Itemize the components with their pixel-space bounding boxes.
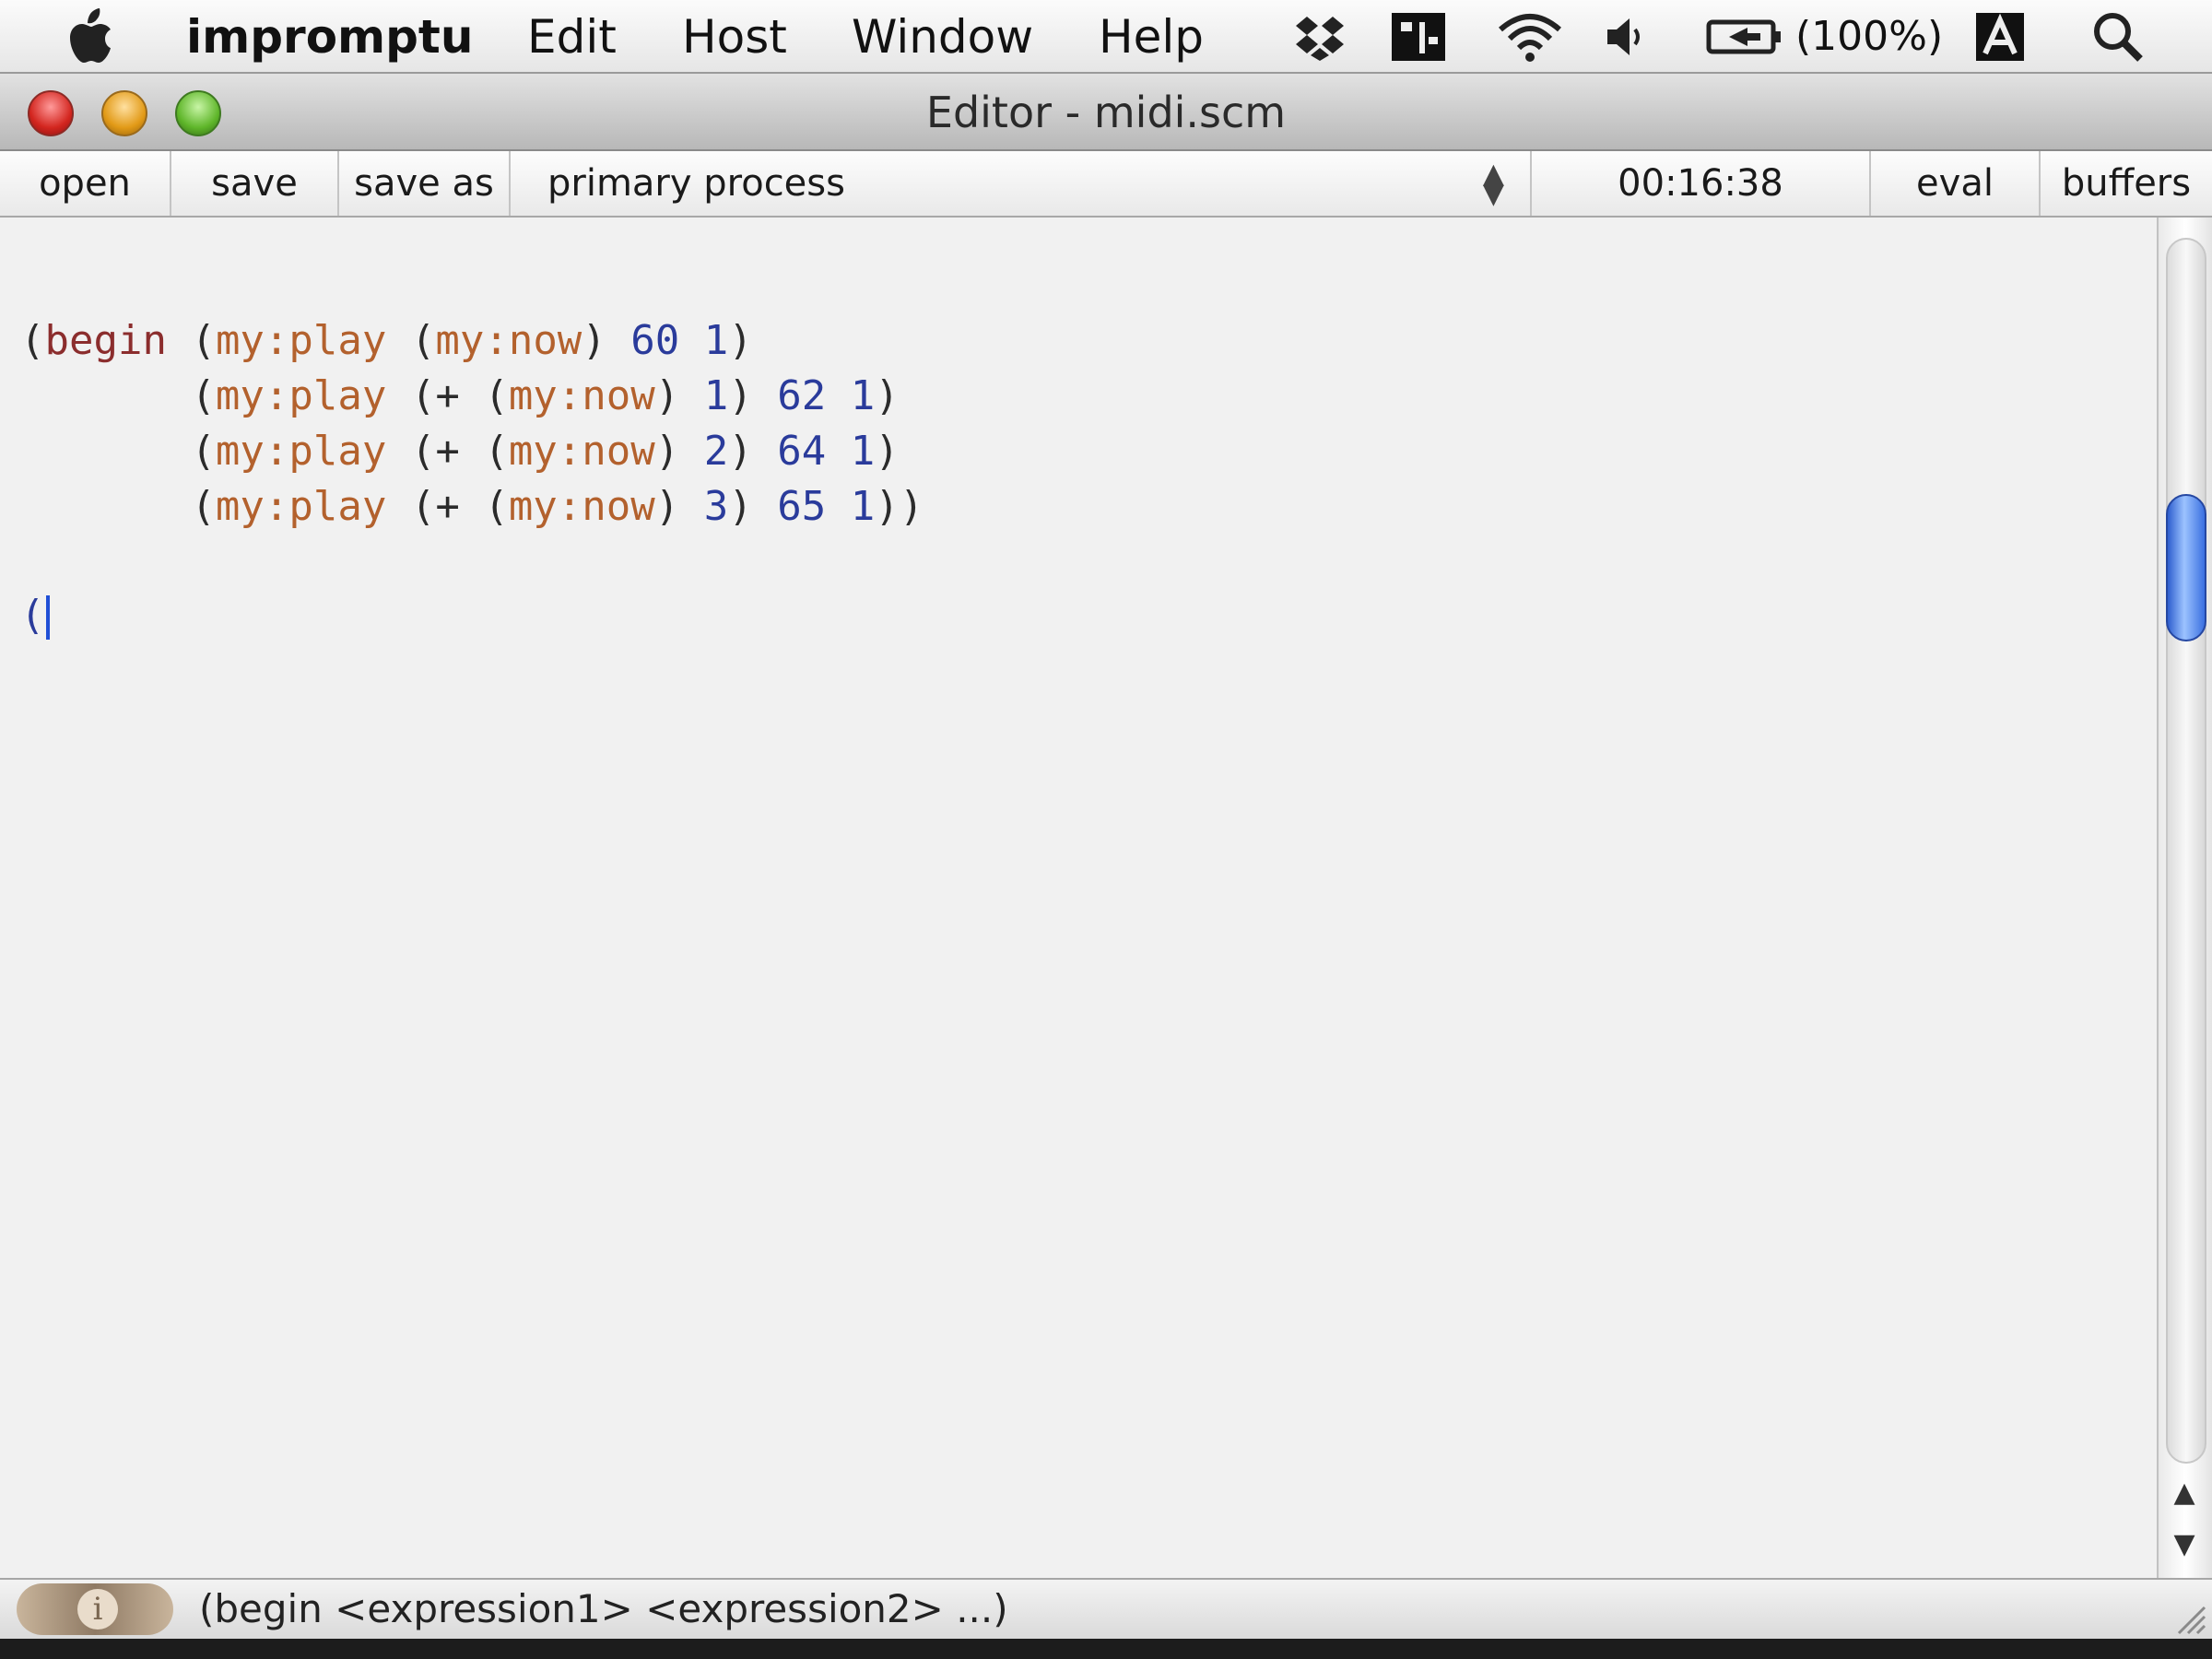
close-button[interactable]	[28, 90, 74, 136]
volume-icon[interactable]	[1602, 7, 1648, 66]
menu-window[interactable]: Window	[852, 9, 1033, 65]
code-line: (my:play (+ (my:now) 1) 62 1)	[20, 372, 900, 419]
zoom-button[interactable]	[175, 90, 221, 136]
code-line: (begin (my:play (my:now) 60 1)	[20, 317, 753, 364]
code-line: (my:play (+ (my:now) 3) 65 1))	[20, 483, 924, 530]
apple-icon[interactable]	[66, 7, 122, 66]
scroll-up-arrow-icon[interactable]: ▲	[2159, 1467, 2210, 1519]
code-line: (my:play (+ (my:now) 2) 64 1)	[20, 428, 900, 475]
save-button[interactable]: save	[171, 151, 339, 216]
minimize-button[interactable]	[101, 90, 147, 136]
input-menu-icon[interactable]	[1972, 7, 2028, 66]
logo-letter: i	[77, 1589, 118, 1630]
save-as-button[interactable]: save as	[339, 151, 511, 216]
resize-grip-icon[interactable]	[2170, 1598, 2206, 1635]
status-hint: (begin <expression1> <expression2> ...)	[199, 1586, 1008, 1631]
process-select[interactable]: primary process ▲ ▼	[511, 151, 1532, 216]
scroll-track[interactable]	[2166, 238, 2206, 1464]
menu-app-name[interactable]: impromptu	[186, 9, 473, 65]
spotlight-icon[interactable]	[2088, 7, 2147, 66]
scroll-thumb[interactable]	[2166, 494, 2206, 641]
select-arrows-icon: ▲ ▼	[1482, 158, 1504, 210]
window-title-bar[interactable]: Editor - midi.scm	[0, 74, 2212, 151]
current-line: (	[20, 592, 45, 639]
scroll-down-arrow-icon[interactable]: ▼	[2159, 1519, 2210, 1571]
process-select-value: primary process	[547, 162, 845, 205]
status-bar: i (begin <expression1> <expression2> ...…	[0, 1578, 2212, 1639]
vertical-scrollbar[interactable]: ▲ ▼	[2157, 218, 2212, 1578]
editor-toolbar: open save save as primary process ▲ ▼ 00:…	[0, 151, 2212, 218]
menu-edit[interactable]: Edit	[527, 9, 617, 65]
eval-button[interactable]: eval	[1871, 151, 2041, 216]
buffers-button[interactable]: buffers	[2041, 151, 2212, 216]
battery-icon[interactable]	[1705, 7, 1783, 66]
text-caret	[46, 595, 50, 640]
menu-bar: impromptu Edit Host Window Help (100%)	[0, 0, 2212, 74]
desktop-strip	[0, 1639, 2212, 1659]
screen: impromptu Edit Host Window Help (100%) E…	[0, 0, 2212, 1659]
menu-host[interactable]: Host	[682, 9, 787, 65]
code-editor[interactable]: (begin (my:play (my:now) 60 1) (my:play …	[0, 218, 2157, 1578]
menu-help[interactable]: Help	[1099, 9, 1204, 65]
calendar-icon[interactable]	[1388, 7, 1449, 66]
window-title: Editor - midi.scm	[925, 88, 1287, 137]
wifi-icon[interactable]	[1495, 7, 1565, 66]
time-display: 00:16:38	[1532, 151, 1871, 216]
impromptu-logo-icon: i	[17, 1583, 173, 1635]
dropbox-icon[interactable]	[1292, 7, 1347, 66]
open-button[interactable]: open	[0, 151, 171, 216]
battery-percentage: (100%)	[1795, 13, 1944, 60]
